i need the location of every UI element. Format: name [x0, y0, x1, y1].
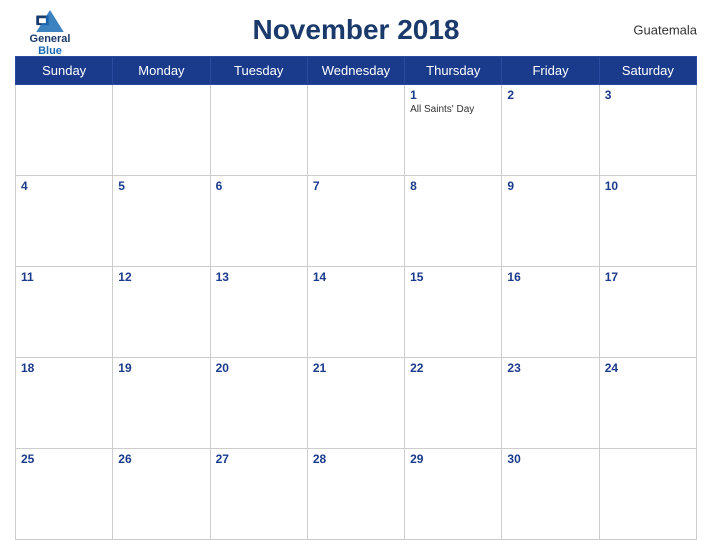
day-number: 12 [118, 270, 204, 284]
day-number: 21 [313, 361, 399, 375]
day-number: 27 [216, 452, 302, 466]
day-number: 5 [118, 179, 204, 193]
table-row: 24 [599, 358, 696, 449]
table-row [307, 85, 404, 176]
header-monday: Monday [113, 57, 210, 85]
day-number: 15 [410, 270, 496, 284]
calendar-title: November 2018 [252, 14, 459, 46]
header-sunday: Sunday [16, 57, 113, 85]
header-saturday: Saturday [599, 57, 696, 85]
table-row: 8 [405, 176, 502, 267]
day-number: 3 [605, 88, 691, 102]
table-row: 18 [16, 358, 113, 449]
calendar-week-row: 1 All Saints' Day 23 [16, 85, 697, 176]
table-row: 28 [307, 449, 404, 540]
header-friday: Friday [502, 57, 599, 85]
day-number: 4 [21, 179, 107, 193]
header-wednesday: Wednesday [307, 57, 404, 85]
generalblue-logo-icon [36, 10, 64, 32]
day-number: 28 [313, 452, 399, 466]
table-row: 7 [307, 176, 404, 267]
table-row: 21 [307, 358, 404, 449]
table-row: 6 [210, 176, 307, 267]
logo-text-blue: Blue [38, 45, 62, 57]
table-row: 9 [502, 176, 599, 267]
table-row: 4 [16, 176, 113, 267]
day-number: 11 [21, 270, 107, 284]
calendar-week-row: 11 12 13 14 15 16 17 [16, 267, 697, 358]
table-row: 25 [16, 449, 113, 540]
day-number: 9 [507, 179, 593, 193]
calendar-table: Sunday Monday Tuesday Wednesday Thursday… [15, 56, 697, 540]
table-row: 15 [405, 267, 502, 358]
table-row [113, 85, 210, 176]
table-row: 13 [210, 267, 307, 358]
calendar-week-row: 25 26 27 28 29 30 [16, 449, 697, 540]
day-number: 8 [410, 179, 496, 193]
day-number: 23 [507, 361, 593, 375]
day-number: 30 [507, 452, 593, 466]
table-row: 10 [599, 176, 696, 267]
day-number: 7 [313, 179, 399, 193]
day-number: 13 [216, 270, 302, 284]
table-row: 16 [502, 267, 599, 358]
table-row: 5 [113, 176, 210, 267]
country-label: Guatemala [633, 23, 697, 38]
day-number: 26 [118, 452, 204, 466]
table-row [16, 85, 113, 176]
weekday-header-row: Sunday Monday Tuesday Wednesday Thursday… [16, 57, 697, 85]
day-number: 18 [21, 361, 107, 375]
day-number: 16 [507, 270, 593, 284]
table-row: 1 All Saints' Day [405, 85, 502, 176]
table-row: 27 [210, 449, 307, 540]
day-number: 17 [605, 270, 691, 284]
day-number: 6 [216, 179, 302, 193]
logo-text-general: General [30, 33, 71, 45]
calendar-week-row: 456789 10 [16, 176, 697, 267]
calendar-week-row: 18 19 20 21 22 23 24 [16, 358, 697, 449]
table-row: 12 [113, 267, 210, 358]
day-number: 24 [605, 361, 691, 375]
logo-area: General Blue [15, 10, 85, 57]
holiday-label: All Saints' Day [410, 104, 496, 116]
header-tuesday: Tuesday [210, 57, 307, 85]
table-row: 19 [113, 358, 210, 449]
table-row [599, 449, 696, 540]
day-number: 14 [313, 270, 399, 284]
day-number: 22 [410, 361, 496, 375]
day-number: 29 [410, 452, 496, 466]
calendar-wrapper: General Blue November 2018 Guatemala Sun… [0, 0, 712, 550]
day-number: 1 [410, 88, 496, 102]
day-number: 2 [507, 88, 593, 102]
day-number: 10 [605, 179, 691, 193]
day-number: 25 [21, 452, 107, 466]
table-row: 11 [16, 267, 113, 358]
table-row: 20 [210, 358, 307, 449]
table-row: 17 [599, 267, 696, 358]
day-number: 19 [118, 361, 204, 375]
header-thursday: Thursday [405, 57, 502, 85]
table-row: 2 [502, 85, 599, 176]
table-row: 30 [502, 449, 599, 540]
day-number: 20 [216, 361, 302, 375]
table-row: 14 [307, 267, 404, 358]
table-row: 29 [405, 449, 502, 540]
table-row: 26 [113, 449, 210, 540]
calendar-header: General Blue November 2018 Guatemala [15, 10, 697, 50]
table-row [210, 85, 307, 176]
table-row: 23 [502, 358, 599, 449]
table-row: 3 [599, 85, 696, 176]
table-row: 22 [405, 358, 502, 449]
